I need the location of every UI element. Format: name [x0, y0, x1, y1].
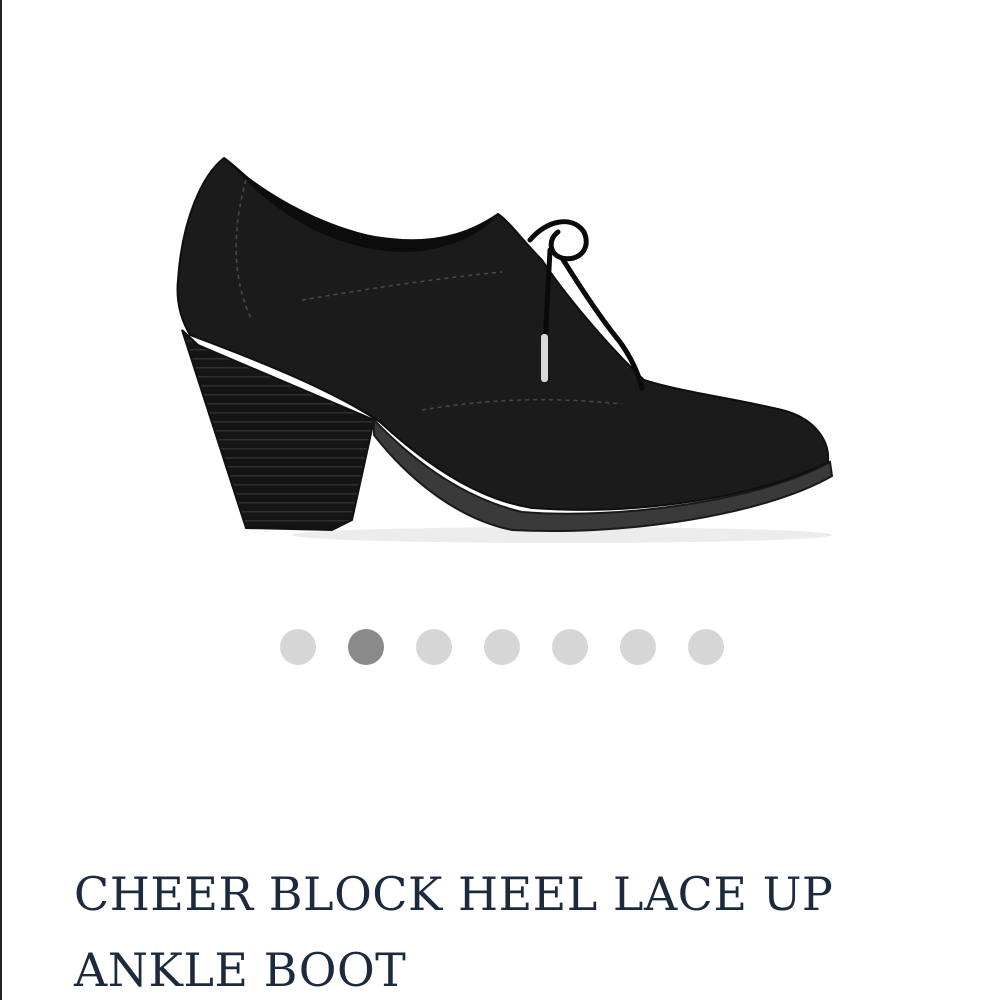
image-carousel-dots — [2, 629, 1000, 667]
product-image[interactable] — [2, 0, 1000, 600]
carousel-dot-7[interactable] — [688, 629, 724, 665]
lace-aglet — [541, 334, 548, 382]
product-title: CHEER BLOCK HEEL LACE UP ANKLE BOOT — [74, 867, 834, 997]
carousel-dot-5[interactable] — [552, 629, 588, 665]
carousel-dot-1[interactable] — [280, 629, 316, 665]
product-page: CHEER BLOCK HEEL LACE UP ANKLE BOOT — [0, 0, 1000, 1000]
carousel-dot-4[interactable] — [484, 629, 520, 665]
carousel-dot-3[interactable] — [416, 629, 452, 665]
carousel-dot-6[interactable] — [620, 629, 656, 665]
carousel-dot-2[interactable] — [348, 629, 384, 665]
